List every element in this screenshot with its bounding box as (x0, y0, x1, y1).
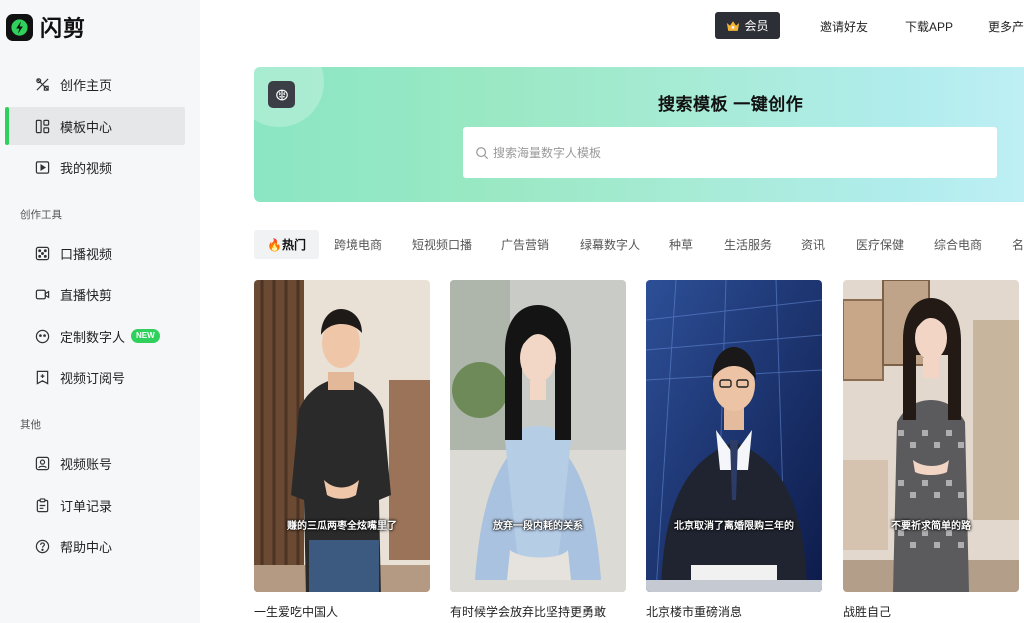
template-title[interactable]: 有时候学会放弃比坚持更勇敢 (450, 603, 626, 620)
video-subtitle: 赚的三瓜两枣全炫嘴里了 (287, 521, 397, 532)
bookmark-plus-icon (35, 370, 50, 385)
app-name: 闪剪 (40, 16, 87, 41)
tab-hot[interactable]: 🔥热门 (254, 230, 319, 259)
lightning-logo-icon (6, 13, 33, 41)
template-icon (35, 119, 50, 134)
vip-label: 会员 (744, 19, 769, 33)
sidebar-item-label: 订单记录 (60, 498, 113, 514)
tab-ad-marketing[interactable]: 广告营销 (501, 230, 549, 259)
section-label-other: 其他 (20, 419, 41, 431)
tab-news[interactable]: 资讯 (801, 230, 825, 259)
sidebar-item-my-videos[interactable]: 我的视频 (5, 148, 185, 186)
tab-green-screen[interactable]: 绿幕数字人 (580, 230, 640, 259)
sidebar-item-label: 模板中心 (60, 119, 113, 135)
sidebar-item-label: 帮助中心 (60, 539, 113, 555)
template-thumbnail[interactable]: 北京取消了离婚限购三年的 (646, 280, 822, 592)
template-card[interactable]: 北京取消了离婚限购三年的 北京楼市重磅消息 (646, 280, 822, 620)
sidebar-item-templates[interactable]: 模板中心 (5, 107, 185, 145)
video-subtitle: 北京取消了离婚限购三年的 (674, 521, 794, 532)
search-banner: 搜索模板 一键创作 (254, 67, 1024, 202)
template-title[interactable]: 战胜自己 (843, 603, 1019, 620)
crown-icon (727, 20, 740, 31)
template-card[interactable]: 不要祈求简单的路 战胜自己 (843, 280, 1019, 620)
clipboard-icon (35, 497, 50, 513)
sidebar-item-talking-video[interactable]: 口播视频 (5, 234, 185, 272)
banner-title: 搜索模板 一键创作 (658, 95, 804, 114)
sidebar: 闪剪 创作主页 模板中心 我的视频 创作工具 口播视频 直播快剪 定制数字人 N… (0, 0, 200, 623)
brain-icon[interactable] (268, 81, 295, 108)
template-search-box[interactable] (463, 127, 997, 178)
sidebar-item-label: 创作主页 (60, 77, 113, 93)
section-label-creation: 创作工具 (20, 209, 62, 221)
template-card[interactable]: 赚的三瓜两枣全炫嘴里了 一生爱吃中国人 (254, 280, 430, 620)
sidebar-item-help[interactable]: 帮助中心 (5, 527, 185, 565)
video-subtitle: 放弃一段内耗的关系 (493, 521, 583, 532)
tab-cross-border[interactable]: 跨境电商 (334, 230, 382, 259)
account-icon (35, 456, 50, 471)
tab-life-service[interactable]: 生活服务 (724, 230, 772, 259)
invite-friends-link[interactable]: 邀请好友 (820, 18, 868, 35)
tools-icon (35, 77, 50, 92)
search-icon (476, 146, 489, 159)
new-badge: NEW (131, 329, 160, 343)
sidebar-item-custom-avatar[interactable]: 定制数字人 NEW (5, 317, 185, 355)
template-title[interactable]: 一生爱吃中国人 (254, 603, 430, 620)
sidebar-item-live-clip[interactable]: 直播快剪 (5, 275, 185, 313)
tab-more[interactable]: 名 (1012, 230, 1024, 259)
download-app-link[interactable]: 下载APP (905, 18, 953, 35)
tab-healthcare[interactable]: 医疗保健 (856, 230, 904, 259)
camera-icon (35, 287, 50, 302)
template-thumbnail[interactable]: 不要祈求简单的路 (843, 280, 1019, 592)
template-thumbnail[interactable]: 赚的三瓜两枣全炫嘴里了 (254, 280, 430, 592)
template-thumbnail[interactable]: 放弃一段内耗的关系 (450, 280, 626, 592)
sidebar-item-label: 视频订阅号 (60, 370, 126, 386)
search-input[interactable] (493, 145, 973, 160)
sidebar-item-label: 定制数字人 (60, 329, 126, 345)
sidebar-item-label: 我的视频 (60, 160, 113, 176)
sidebar-item-home[interactable]: 创作主页 (5, 65, 185, 103)
app-logo[interactable]: 闪剪 (6, 11, 86, 43)
tab-seeding[interactable]: 种草 (669, 230, 693, 259)
sidebar-item-video-account[interactable]: 视频账号 (5, 444, 185, 482)
video-subtitle: 不要祈求简单的路 (891, 521, 971, 532)
help-icon (35, 539, 50, 554)
smiley-icon (35, 329, 50, 344)
sidebar-item-label: 直播快剪 (60, 287, 113, 303)
tab-ecommerce[interactable]: 综合电商 (934, 230, 982, 259)
template-card[interactable]: 放弃一段内耗的关系 有时候学会放弃比坚持更勇敢 (450, 280, 626, 620)
sidebar-item-label: 口播视频 (60, 246, 113, 262)
sidebar-item-label: 视频账号 (60, 456, 113, 472)
more-products-link[interactable]: 更多产 (988, 18, 1024, 35)
sidebar-item-subscription[interactable]: 视频订阅号 (5, 358, 185, 396)
sidebar-item-orders[interactable]: 订单记录 (5, 486, 185, 524)
tab-short-video[interactable]: 短视频口播 (412, 230, 472, 259)
dice-icon (35, 246, 50, 261)
video-icon (35, 160, 50, 175)
template-title[interactable]: 北京楼市重磅消息 (646, 603, 822, 620)
vip-button[interactable]: 会员 (715, 12, 780, 39)
